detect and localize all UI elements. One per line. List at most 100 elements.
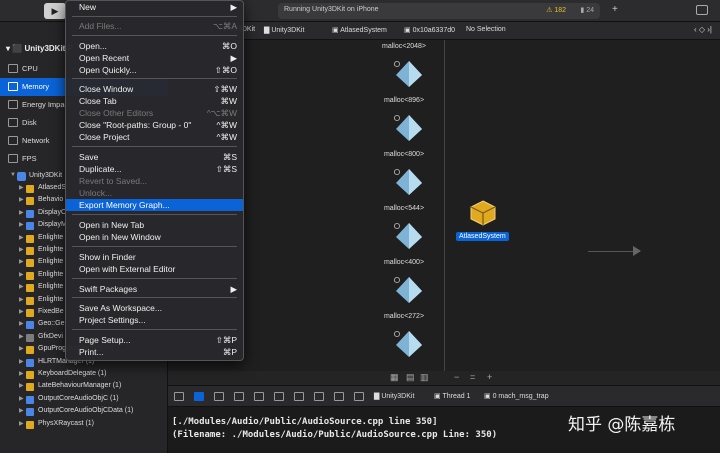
- tree-item-label: Enlighte: [38, 246, 64, 253]
- step-over-icon[interactable]: [234, 392, 244, 401]
- breadcrumb-class[interactable]: ▣ AtlasedSystem: [332, 26, 387, 34]
- jump-nav-controls[interactable]: ‹ ◇ ›|: [694, 25, 712, 34]
- disclosure-icon[interactable]: ▶: [19, 345, 24, 352]
- debug-frame[interactable]: ▣ 0 mach_msg_trap: [484, 392, 549, 400]
- disclosure-icon[interactable]: ▶: [19, 358, 24, 365]
- disclosure-icon[interactable]: ▶: [19, 184, 24, 191]
- menu-item-show-in-finder[interactable]: Show in Finder: [66, 251, 243, 263]
- disclosure-icon[interactable]: ▶: [19, 382, 24, 389]
- layout-toggle-icon[interactable]: ▤: [406, 372, 415, 383]
- warnings-count: 182: [554, 7, 566, 14]
- menu-item-duplicate[interactable]: Duplicate... ⇧⌘S: [66, 163, 243, 175]
- disclosure-icon[interactable]: ▶: [19, 370, 24, 377]
- layout-icon[interactable]: [696, 5, 708, 15]
- menu-item-page-setup[interactable]: Page Setup... ⇧⌘P: [66, 334, 243, 346]
- tree-item[interactable]: ▶ PhysXRaycast (1): [0, 419, 168, 431]
- graph-node[interactable]: malloc<896>: [374, 97, 434, 149]
- menu-item-open[interactable]: Open... ⌘O: [66, 40, 243, 52]
- menu-item-open-in-new-window[interactable]: Open in New Window: [66, 231, 243, 243]
- simulate-location-icon[interactable]: [354, 392, 364, 401]
- run-button[interactable]: ▶: [44, 3, 66, 19]
- malloc-pyramid-icon: [394, 276, 422, 303]
- menu-item-print[interactable]: Print... ⌘P: [66, 346, 243, 358]
- debug-thread[interactable]: ▣ Thread 1: [434, 392, 470, 400]
- graph-node[interactable]: malloc<2048>: [374, 43, 434, 95]
- disclosure-icon[interactable]: ▶: [19, 296, 24, 303]
- disclosure-icon[interactable]: ▶: [19, 196, 24, 203]
- menu-item-label: Project Settings...: [79, 314, 146, 325]
- menu-item-shortcut: ^⌘W: [216, 119, 237, 130]
- breadcrumb-address[interactable]: ▣ 0x10a6337d0: [404, 26, 455, 34]
- tree-item[interactable]: ▶ OutputCoreAudioObjCData (1): [0, 406, 168, 418]
- memory-graph-canvas[interactable]: malloc<2048> malloc<896> malloc<800> malloc…: [168, 40, 720, 371]
- menu-item-swift-packages[interactable]: Swift Packages ▶: [66, 283, 243, 295]
- step-in-icon[interactable]: [254, 392, 264, 401]
- menu-item-save[interactable]: Save ⌘S: [66, 151, 243, 163]
- disclosure-icon[interactable]: ▶: [19, 308, 24, 315]
- debug-target[interactable]: ▇ Unity3DKit: [374, 392, 414, 400]
- disclosure-icon[interactable]: ▶: [19, 420, 24, 427]
- continue-icon[interactable]: [214, 392, 224, 401]
- menu-item-label: New: [79, 1, 97, 12]
- memory-graph-icon[interactable]: [314, 392, 324, 401]
- menu-item-open-quickly[interactable]: Open Quickly... ⇧⌘O: [66, 64, 243, 76]
- menu-item-export-memory-graph[interactable]: Export Memory Graph...: [66, 199, 243, 211]
- disclosure-icon[interactable]: ▶: [19, 320, 24, 327]
- step-out-icon[interactable]: [274, 392, 284, 401]
- menu-item-new[interactable]: New ▶: [66, 1, 243, 13]
- zoom-in-button[interactable]: +: [487, 372, 492, 382]
- warnings-badge[interactable]: ⚠ 182: [546, 6, 566, 14]
- graph-node[interactable]: malloc<800>: [374, 151, 434, 203]
- graph-node[interactable]: malloc<272>: [374, 313, 434, 365]
- disclosure-icon[interactable]: ▶: [19, 209, 24, 216]
- zoom-fit-button[interactable]: =: [470, 372, 475, 382]
- menu-item-label: Save: [79, 151, 99, 162]
- menu-item-project-settings[interactable]: Project Settings...: [66, 314, 243, 326]
- tree-item[interactable]: ▶ LateBehaviourManager (1): [0, 381, 168, 393]
- filter-icon[interactable]: ▦: [390, 372, 399, 383]
- menu-item-label: Revert to Saved...: [79, 175, 148, 186]
- disclosure-icon[interactable]: ▶: [19, 333, 24, 340]
- disclosure-icon[interactable]: ▶: [19, 271, 24, 278]
- graph-node-label: malloc<400>: [383, 259, 425, 266]
- graph-node[interactable]: malloc<544>: [374, 205, 434, 257]
- zoom-out-button[interactable]: −: [454, 372, 459, 382]
- menu-item-open-recent[interactable]: Open Recent ▶: [66, 52, 243, 64]
- menu-item-save-as-workspace[interactable]: Save As Workspace...: [66, 302, 243, 314]
- issues-badge[interactable]: ▮ 24: [580, 6, 594, 14]
- menu-item-close-root-paths-group-0[interactable]: Close "Root-paths: Group - 0" ^⌘W: [66, 119, 243, 131]
- breakpoints-toggle-icon[interactable]: [194, 392, 204, 401]
- disclosure-icon[interactable]: ▶: [19, 246, 24, 253]
- graph-node[interactable]: malloc<400>: [374, 259, 434, 311]
- tree-item-label: LateBehaviourManager (1): [38, 382, 122, 390]
- add-icon[interactable]: +: [612, 4, 618, 15]
- class-cube-icon: [26, 247, 34, 255]
- console-line: [./Modules/Audio/Public/AudioSource.cpp …: [172, 417, 438, 427]
- menu-item-shortcut: ⇧⌘S: [215, 163, 237, 174]
- disclosure-icon[interactable]: ▶: [19, 283, 24, 290]
- hide-debug-area-icon[interactable]: [174, 392, 184, 401]
- breadcrumb-selection[interactable]: No Selection: [466, 26, 506, 33]
- menu-item-close-window[interactable]: Close Window ⇧⌘W: [66, 83, 243, 95]
- menu-item-close-project[interactable]: Close Project ^⌘W: [66, 131, 243, 143]
- grid-toggle-icon[interactable]: ▥: [420, 372, 429, 383]
- environment-overrides-icon[interactable]: [334, 392, 344, 401]
- menu-item-open-with-external-editor[interactable]: Open with External Editor: [66, 263, 243, 275]
- tree-item[interactable]: ▶ KeyboardDelegate (1): [0, 369, 168, 381]
- menu-item-open-in-new-tab[interactable]: Open in New Tab: [66, 219, 243, 231]
- breadcrumb-device[interactable]: ▇ Unity3DKit: [264, 26, 304, 34]
- disclosure-icon[interactable]: ▶: [19, 407, 24, 414]
- graph-target-node[interactable]: AtlasedSystem: [453, 200, 513, 246]
- disclosure-icon[interactable]: ▼: [10, 172, 16, 178]
- tree-item[interactable]: ▶ OutputCoreAudioObjC (1): [0, 394, 168, 406]
- menu-item-close-tab[interactable]: Close Tab ⌘W: [66, 95, 243, 107]
- graph-footer: ▦ ▤ ▥ − = +: [168, 371, 720, 385]
- disclosure-icon[interactable]: ▶: [19, 221, 24, 228]
- menu-separator: [72, 146, 237, 147]
- view-hierarchy-icon[interactable]: [294, 392, 304, 401]
- menu-item-shortcut: ▶: [230, 283, 237, 294]
- disclosure-icon[interactable]: ▶: [19, 395, 24, 402]
- disclosure-icon[interactable]: ▶: [19, 258, 24, 265]
- menu-item-label: Close Window: [79, 83, 134, 94]
- disclosure-icon[interactable]: ▶: [19, 234, 24, 241]
